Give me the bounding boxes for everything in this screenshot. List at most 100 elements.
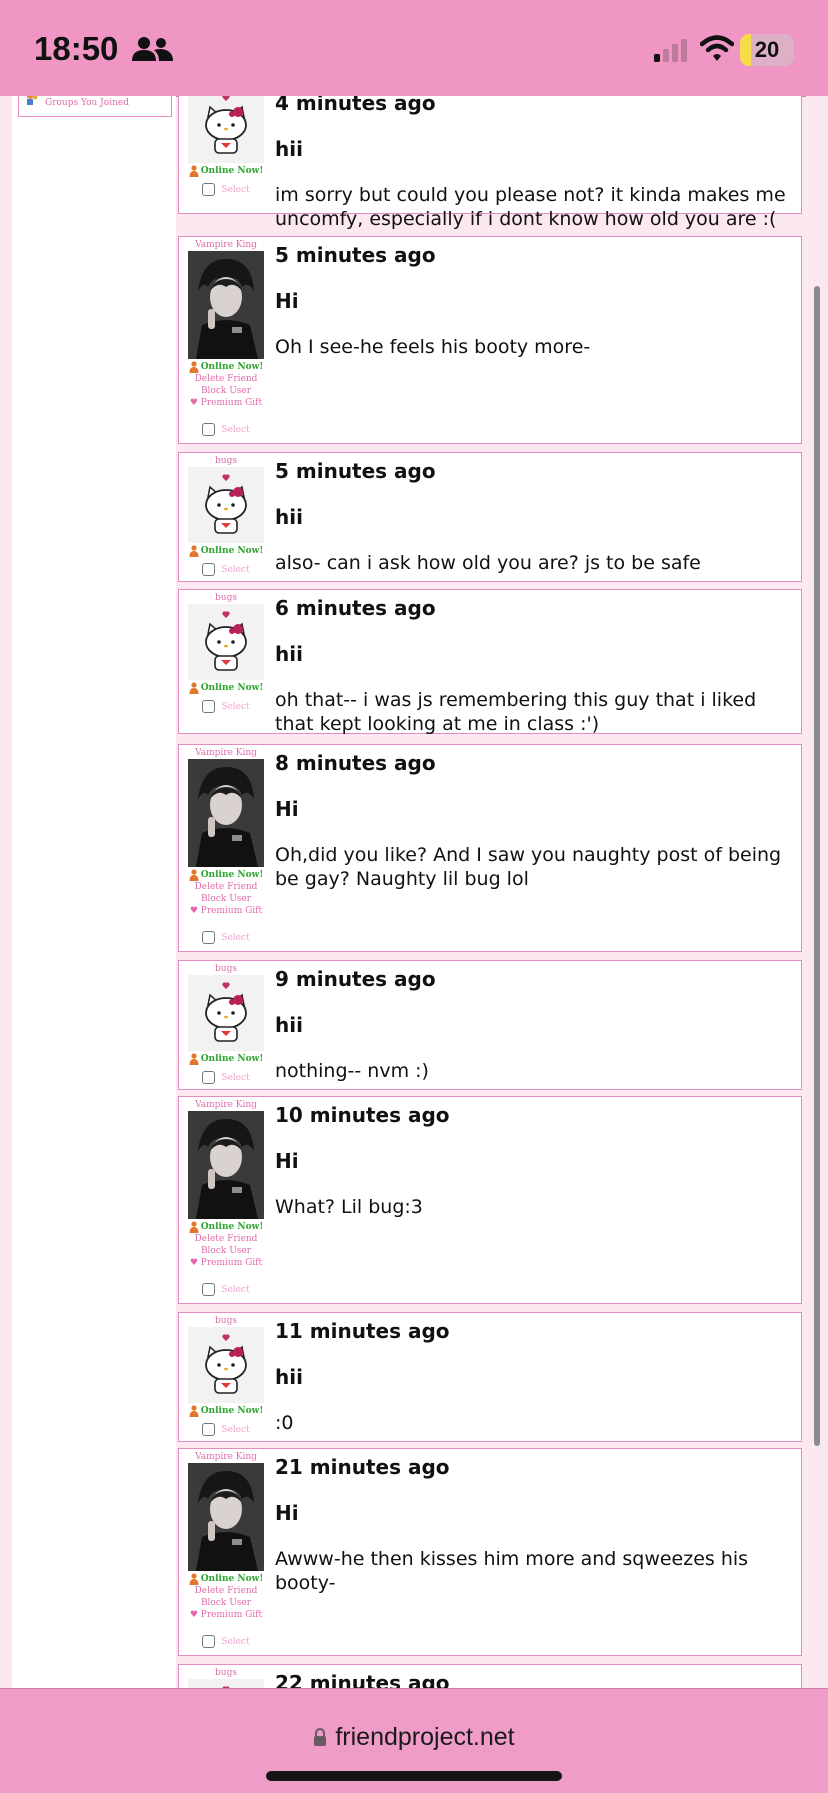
page-content: Groups You Joined Online Now! Select 4 m… <box>0 96 828 1688</box>
delete-friend-link[interactable]: Delete Friend <box>187 1233 265 1245</box>
vampire-avatar[interactable] <box>188 1111 264 1219</box>
delete-friend-link[interactable]: Delete Friend <box>187 373 265 385</box>
person-icon <box>189 1221 199 1233</box>
delete-friend-link[interactable]: Delete Friend <box>187 881 265 893</box>
vampire-avatar[interactable] <box>188 251 264 359</box>
select-checkbox[interactable] <box>202 183 216 196</box>
premium-gift-link[interactable]: ♥ Premium Gift <box>187 397 265 409</box>
select-label: Select <box>221 424 250 435</box>
select-checkbox[interactable] <box>202 931 216 944</box>
select-row: Select <box>187 563 265 576</box>
clock: 18:50 <box>34 30 119 67</box>
premium-gift-link[interactable]: ♥ Premium Gift <box>187 905 265 917</box>
kitty-avatar[interactable] <box>188 1327 264 1403</box>
message-body: Oh,did you like? And I saw you naughty p… <box>275 844 782 890</box>
block-user-link[interactable]: Block User <box>187 1597 265 1609</box>
select-checkbox[interactable] <box>202 700 216 713</box>
online-status: Online Now! <box>187 682 265 694</box>
kitty-avatar[interactable] <box>188 975 264 1051</box>
online-status: Online Now! <box>187 1053 265 1065</box>
groups-icon <box>27 96 38 105</box>
message-time: 11 minutes ago <box>275 1319 450 1343</box>
sender-name[interactable]: Vampire King <box>187 1099 265 1111</box>
groups-you-joined-link[interactable]: Groups You Joined <box>45 98 129 108</box>
vampire-avatar[interactable] <box>188 759 264 867</box>
select-checkbox[interactable] <box>202 1071 216 1084</box>
vampire-avatar[interactable] <box>188 1463 264 1571</box>
select-label: Select <box>221 1636 250 1647</box>
background-strip-left <box>0 96 12 1688</box>
select-row: Select <box>187 1283 265 1296</box>
sender-name[interactable]: bugs <box>187 1667 265 1679</box>
message-time: 10 minutes ago <box>275 1103 450 1127</box>
block-user-link[interactable]: Block User <box>187 385 265 397</box>
online-status: Online Now! <box>187 361 265 373</box>
message-sender-column: Vampire King Online Now! Delete Friend B… <box>187 1449 265 1648</box>
person-icon <box>189 545 199 557</box>
message-subject: hii <box>275 1013 303 1037</box>
kitty-avatar[interactable] <box>188 96 264 163</box>
sender-name[interactable]: Vampire King <box>187 239 265 251</box>
message-subject: Hi <box>275 1501 299 1525</box>
wifi-icon <box>700 35 734 61</box>
message-sender-column: Vampire King Online Now! Delete Friend B… <box>187 745 265 944</box>
select-row: Select <box>187 183 265 196</box>
select-row: Select <box>187 1635 265 1648</box>
select-checkbox[interactable] <box>202 423 216 436</box>
sender-name[interactable]: Vampire King <box>187 747 265 759</box>
select-checkbox[interactable] <box>202 1283 216 1296</box>
select-label: Select <box>221 1072 250 1083</box>
block-user-link[interactable]: Block User <box>187 893 265 905</box>
delete-friend-link[interactable]: Delete Friend <box>187 1585 265 1597</box>
message-card: bugs Online Now! Select 6 minutes ago hi… <box>178 589 802 735</box>
kitty-avatar[interactable] <box>188 467 264 543</box>
sender-name[interactable]: bugs <box>187 455 265 467</box>
sender-name[interactable]: Vampire King <box>187 1451 265 1463</box>
kitty-avatar[interactable] <box>188 1679 264 1688</box>
message-body: What? Lil bug:3 <box>275 1196 423 1218</box>
select-label: Select <box>221 932 250 943</box>
message-time: 9 minutes ago <box>275 967 436 991</box>
online-status: Online Now! <box>187 1405 265 1417</box>
address-bar[interactable]: friendproject.net <box>0 1723 828 1752</box>
select-row: Select <box>187 700 265 713</box>
premium-gift-link[interactable]: ♥ Premium Gift <box>187 1257 265 1269</box>
message-body: oh that-- i was js remembering this guy … <box>275 689 757 735</box>
kitty-avatar[interactable] <box>188 604 264 680</box>
message-card: bugs Online Now! Select 5 minutes ago hi… <box>178 452 802 582</box>
select-row: Select <box>187 1071 265 1084</box>
select-checkbox[interactable] <box>202 1423 216 1436</box>
select-row: Select <box>187 423 265 436</box>
person-icon <box>189 361 199 373</box>
message-content: 5 minutes ago hii also- can i ask how ol… <box>275 453 793 575</box>
message-card: Vampire King Online Now! Delete Friend B… <box>178 236 802 444</box>
sender-name[interactable]: bugs <box>187 1315 265 1327</box>
message-time: 21 minutes ago <box>275 1455 450 1479</box>
person-icon <box>189 1405 199 1417</box>
block-user-link[interactable]: Block User <box>187 1245 265 1257</box>
battery-level: 20 <box>754 37 780 62</box>
select-checkbox[interactable] <box>202 563 216 576</box>
select-checkbox[interactable] <box>202 1635 216 1648</box>
message-content: 11 minutes ago hii :0 <box>275 1313 793 1435</box>
message-body: Awww-he then kisses him more and sqweeze… <box>275 1548 749 1594</box>
message-sender-column: Vampire King Online Now! Delete Friend B… <box>187 237 265 436</box>
online-status: Online Now! <box>187 869 265 881</box>
message-subject: Hi <box>275 1149 299 1173</box>
sidebar: Groups You Joined <box>12 96 176 1688</box>
message-card: Vampire King Online Now! Delete Friend B… <box>178 1096 802 1304</box>
message-sender-column: bugs Online Now! Select <box>187 453 265 576</box>
sender-name[interactable]: bugs <box>187 963 265 975</box>
message-subject: Hi <box>275 289 299 313</box>
select-row: Select <box>187 931 265 944</box>
select-label: Select <box>221 1424 250 1435</box>
sender-name[interactable]: bugs <box>187 592 265 604</box>
groups-box: Groups You Joined <box>18 96 172 117</box>
select-row: Select <box>187 1423 265 1436</box>
lock-icon <box>314 1728 327 1746</box>
message-content: 9 minutes ago hii nothing-- nvm :) <box>275 961 793 1083</box>
scrollbar-thumb[interactable] <box>814 286 820 1446</box>
premium-gift-link[interactable]: ♥ Premium Gift <box>187 1609 265 1621</box>
message-content: 8 minutes ago Hi Oh,did you like? And I … <box>275 745 793 891</box>
url-text: friendproject.net <box>335 1723 515 1751</box>
